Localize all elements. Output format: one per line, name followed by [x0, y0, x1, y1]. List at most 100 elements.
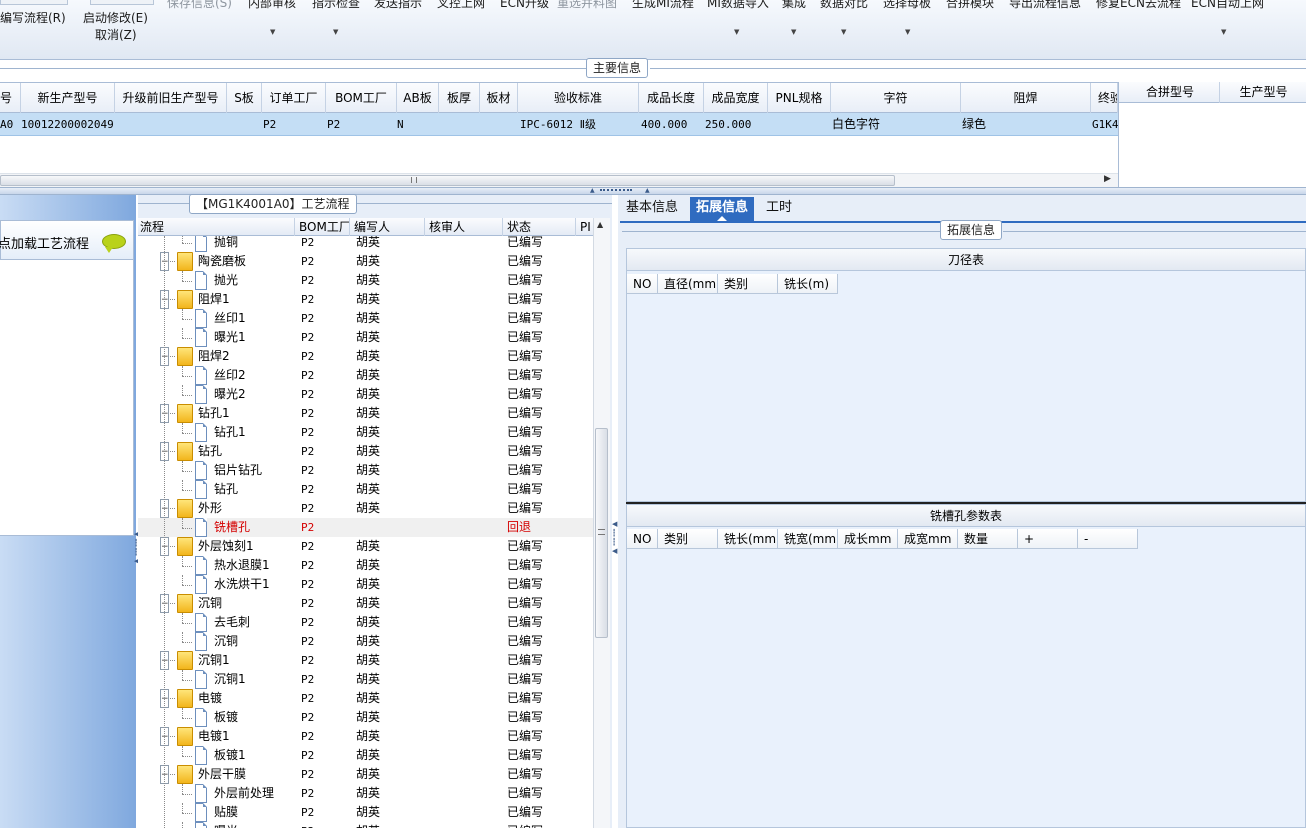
dropdown-arrow-icon[interactable]: ▼ [905, 28, 910, 36]
tree-step-row[interactable]: 贴膜 P2 胡英 已编写 [138, 803, 593, 822]
repair-ecn-flow-button[interactable]: 修复ECN去流程 [1096, 0, 1181, 11]
column-header[interactable]: 铣长(m) [778, 274, 838, 294]
column-header[interactable]: BOM工厂 [295, 218, 350, 236]
tree-step-row[interactable]: 丝印2 P2 胡英 已编写 [138, 366, 593, 385]
ecn-upgrade-button[interactable]: ECN升级 [500, 0, 549, 11]
tree-group-row[interactable]: − 钻孔1 P2 胡英 已编写 [138, 404, 593, 423]
column-header[interactable]: 板材 [480, 83, 518, 113]
column-header[interactable]: 成长mm [838, 529, 898, 549]
column-header[interactable]: BOM工厂 [326, 83, 397, 113]
main-grid-hscrollbar[interactable]: ▶ [0, 173, 1118, 187]
merge-module-button[interactable]: 合拼模块 [946, 0, 994, 11]
tree-group-row[interactable]: − 沉铜1 P2 胡英 已编写 [138, 651, 593, 670]
send-instruction-button[interactable]: 发送指示 [374, 0, 422, 11]
column-header[interactable]: 字符 [831, 83, 961, 113]
flow-vscrollbar[interactable]: ▲ [593, 218, 610, 828]
fork-online-button[interactable]: 叉控上网 [437, 0, 485, 11]
tree-group-row[interactable]: − 电镀 P2 胡英 已编写 [138, 689, 593, 708]
tree-group-row[interactable]: − 外层干膜 P2 胡英 已编写 [138, 765, 593, 784]
column-header[interactable]: S板 [227, 83, 262, 113]
tree-step-row[interactable]: 热水退膜1 P2 胡英 已编写 [138, 556, 593, 575]
column-header[interactable]: 生产型号 [1220, 82, 1306, 103]
column-header[interactable]: 升级前旧生产型号 [115, 83, 227, 113]
dropdown-arrow-icon[interactable]: ▼ [791, 28, 796, 36]
tree-step-row[interactable]: 曝光1 P2 胡英 已编写 [138, 328, 593, 347]
write-flow-button[interactable]: 编写流程(R) [0, 9, 66, 26]
mi-data-import-button[interactable]: MI数据导入 [707, 0, 769, 11]
column-header[interactable]: 类别 [718, 274, 778, 294]
main-grid-row[interactable]: A0 10012200002049 P2 P2 N IPC-6012 Ⅱ级 40… [0, 113, 1119, 136]
tree-group-row[interactable]: − 外层蚀刻1 P2 胡英 已编写 [138, 537, 593, 556]
dropdown-arrow-icon[interactable]: ▼ [333, 28, 338, 36]
column-header[interactable]: 订单工厂 [262, 83, 326, 113]
tree-step-row[interactable]: 曝光2 P2 胡英 已编写 [138, 385, 593, 404]
column-header[interactable]: 成宽mm [898, 529, 958, 549]
column-header[interactable]: AB板 [397, 83, 439, 113]
tree-step-row[interactable]: 去毛刺 P2 胡英 已编写 [138, 613, 593, 632]
column-header[interactable]: 验收标准 [518, 83, 639, 113]
instruction-check-button[interactable]: 指示检查 [312, 0, 360, 11]
internal-review-button[interactable]: 内部审核 [248, 0, 296, 11]
tree-step-row[interactable]: 水洗烘干1 P2 胡英 已编写 [138, 575, 593, 594]
column-header[interactable]: 阻焊 [961, 83, 1091, 113]
column-header[interactable]: 编写人 [350, 218, 425, 236]
column-header[interactable]: 铣长(mm) [718, 529, 778, 549]
tab-basic-info[interactable]: 基本信息 [620, 197, 684, 221]
cancel-button[interactable]: 取消(Z) [95, 26, 137, 43]
column-header[interactable]: 状态 [503, 218, 576, 236]
column-header[interactable]: 终验 [1091, 83, 1118, 113]
tree-step-row[interactable]: 铝片钻孔 P2 胡英 已编写 [138, 461, 593, 480]
tree-group-row[interactable]: − 外形 P2 胡英 已编写 [138, 499, 593, 518]
column-header[interactable]: 成品宽度 [704, 83, 768, 113]
tree-step-row[interactable]: 抛铜 P2 胡英 已编写 [138, 236, 593, 252]
column-header[interactable]: 流程 [138, 218, 295, 236]
tab-work-hours[interactable]: 工时 [760, 197, 798, 221]
tree-step-row[interactable]: 丝印1 P2 胡英 已编写 [138, 309, 593, 328]
tree-step-row[interactable]: 曝光 P2 胡英 已编写 [138, 822, 593, 828]
ecn-auto-online-button[interactable]: ECN自动上网 [1191, 0, 1264, 11]
column-header[interactable]: 类别 [658, 529, 718, 549]
integrate-button[interactable]: 集成 [782, 0, 806, 11]
tree-group-row[interactable]: − 钻孔 P2 胡英 已编写 [138, 442, 593, 461]
generate-mi-flow-button[interactable]: 生成MI流程 [632, 0, 694, 11]
tree-group-row[interactable]: − 电镀1 P2 胡英 已编写 [138, 727, 593, 746]
tree-step-row[interactable]: 沉铜 P2 胡英 已编写 [138, 632, 593, 651]
column-header[interactable]: NO [627, 529, 658, 549]
scroll-up-icon[interactable]: ▲ [597, 220, 603, 229]
remove-row-button[interactable]: - [1078, 529, 1138, 549]
column-header[interactable]: 核审人 [425, 218, 503, 236]
column-header[interactable]: 数量 [958, 529, 1018, 549]
tree-group-row[interactable]: − 陶瓷磨板 P2 胡英 已编写 [138, 252, 593, 271]
column-header[interactable]: 成品长度 [639, 83, 704, 113]
scroll-thumb[interactable] [0, 175, 895, 186]
dropdown-arrow-icon[interactable]: ▼ [270, 28, 275, 36]
reselect-material-button[interactable]: 重选井料图 [557, 0, 617, 11]
add-row-button[interactable]: + [1018, 529, 1078, 549]
column-header[interactable]: 合拼型号 [1121, 82, 1220, 103]
tree-group-row[interactable]: − 沉铜 P2 胡英 已编写 [138, 594, 593, 613]
tree-step-row[interactable]: 沉铜1 P2 胡英 已编写 [138, 670, 593, 689]
tree-step-row[interactable]: 板镀 P2 胡英 已编写 [138, 708, 593, 727]
tree-step-row[interactable]: 铣槽孔 P2 回退 [138, 518, 593, 537]
tree-group-row[interactable]: − 阻焊2 P2 胡英 已编写 [138, 347, 593, 366]
tree-group-row[interactable]: − 阻焊1 P2 胡英 已编写 [138, 290, 593, 309]
column-header[interactable]: 直径(mm) [658, 274, 718, 294]
dropdown-arrow-icon[interactable]: ▼ [1221, 28, 1226, 36]
tree-step-row[interactable]: 钻孔1 P2 胡英 已编写 [138, 423, 593, 442]
tree-step-row[interactable]: 抛光 P2 胡英 已编写 [138, 271, 593, 290]
column-header[interactable]: 板厚 [439, 83, 480, 113]
dropdown-arrow-icon[interactable]: ▼ [841, 28, 846, 36]
export-flow-info-button[interactable]: 导出流程信息 [1009, 0, 1081, 11]
scroll-right-icon[interactable]: ▶ [1104, 174, 1111, 184]
toolbar-top-button[interactable] [90, 0, 154, 5]
column-header[interactable]: PI [576, 218, 593, 236]
toolbar-top-button[interactable] [0, 0, 68, 5]
data-compare-button[interactable]: 数据对比 [820, 0, 868, 11]
tree-step-row[interactable]: 板镀1 P2 胡英 已编写 [138, 746, 593, 765]
column-header[interactable]: 铣宽(mm) [778, 529, 838, 549]
column-header[interactable]: NO [627, 274, 658, 294]
tree-step-row[interactable]: 外层前处理 P2 胡英 已编写 [138, 784, 593, 803]
dropdown-arrow-icon[interactable]: ▼ [734, 28, 739, 36]
splitter-handle-icon[interactable]: ◀ ┇ ┇ ◀ [612, 520, 617, 556]
column-header[interactable]: 新生产型号 [21, 83, 115, 113]
